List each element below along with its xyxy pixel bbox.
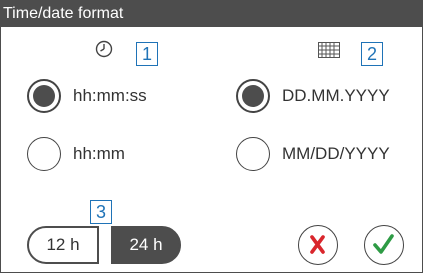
time-date-format-dialog: Time/date format 1 2 hh:mm:ss hh:mm DD.M…: [0, 0, 423, 273]
radio-time-hhmmss[interactable]: [27, 79, 61, 113]
hour-mode-12h-button[interactable]: 12 h: [27, 226, 99, 264]
callout-3: 3: [90, 200, 112, 224]
cancel-button[interactable]: [298, 225, 338, 265]
date-option-ddmmyyyy-label: DD.MM.YYYY: [282, 86, 390, 105]
time-option-hhmmss-label: hh:mm:ss: [73, 86, 147, 105]
calendar-icon: [318, 42, 340, 63]
date-option-mmddyyyy-label: MM/DD/YYYY: [282, 144, 390, 163]
confirm-button[interactable]: [364, 225, 404, 265]
window-title: Time/date format: [3, 5, 124, 22]
time-option-hhmm-label: hh:mm: [73, 144, 125, 163]
clock-icon: [95, 40, 113, 63]
hour-mode-24h-button[interactable]: 24 h: [111, 226, 181, 264]
check-icon: [373, 234, 394, 254]
callout-1: 1: [136, 42, 158, 66]
radio-time-hhmm[interactable]: [27, 137, 61, 171]
cross-icon: [310, 235, 325, 254]
title-bar: Time/date format: [0, 0, 423, 27]
callout-2: 2: [361, 42, 383, 66]
radio-date-ddmmyyyy[interactable]: [236, 79, 270, 113]
radio-date-mmddyyyy[interactable]: [236, 137, 270, 171]
